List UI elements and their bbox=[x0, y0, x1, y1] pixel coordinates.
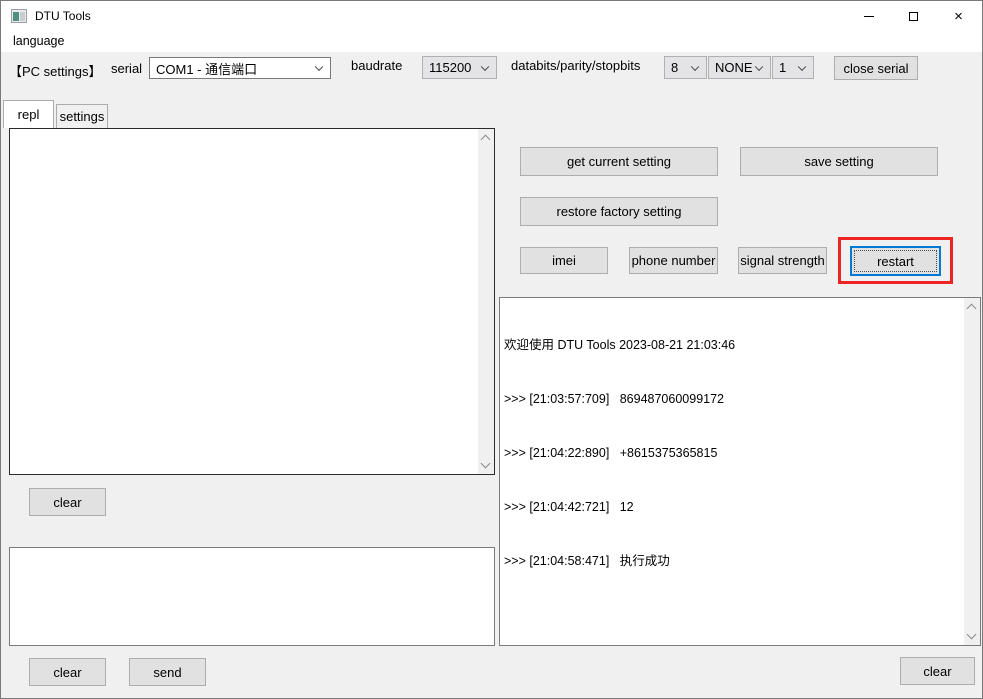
close-icon: × bbox=[954, 9, 963, 24]
tab-repl[interactable]: repl bbox=[3, 100, 54, 128]
log-line: >>> [21:04:22:890] +8615375365815 bbox=[504, 444, 964, 462]
app-window: DTU Tools × language 【PC settings】 seria… bbox=[0, 0, 983, 699]
imei-button[interactable]: imei bbox=[520, 247, 608, 274]
log-line: >>> [21:04:42:721] 12 bbox=[504, 498, 964, 516]
chevron-down-icon bbox=[691, 62, 699, 70]
log-scrollbar[interactable] bbox=[964, 298, 980, 645]
chevron-down-icon bbox=[315, 63, 323, 71]
app-icon bbox=[11, 9, 27, 23]
tab-settings[interactable]: settings bbox=[56, 104, 108, 128]
save-setting-button[interactable]: save setting bbox=[740, 147, 938, 176]
send-button[interactable]: send bbox=[129, 658, 206, 686]
menu-bar: language bbox=[1, 31, 982, 52]
baudrate-label: baudrate bbox=[351, 58, 402, 73]
scroll-down-icon[interactable] bbox=[481, 459, 491, 469]
stopbits-select[interactable]: 1 bbox=[772, 56, 814, 79]
maximize-icon bbox=[909, 12, 918, 21]
window-title: DTU Tools bbox=[35, 1, 91, 31]
clear-log-button[interactable]: clear bbox=[900, 657, 975, 685]
app-icon-pane bbox=[13, 12, 19, 21]
scroll-down-icon[interactable] bbox=[967, 630, 977, 640]
baudrate-select[interactable]: 115200 bbox=[422, 56, 497, 79]
scroll-up-icon[interactable] bbox=[967, 304, 977, 314]
databits-parity-stopbits-label: databits/parity/stopbits bbox=[511, 58, 640, 73]
log-line: 欢迎使用 DTU Tools 2023-08-21 21:03:46 bbox=[504, 336, 964, 354]
restore-factory-setting-button[interactable]: restore factory setting bbox=[520, 197, 718, 226]
log-line: >>> [21:03:57:709] 869487060099172 bbox=[504, 390, 964, 408]
close-button[interactable]: × bbox=[936, 1, 981, 31]
pc-settings-label: 【PC settings】 bbox=[9, 61, 101, 80]
databits-value: 8 bbox=[671, 60, 678, 75]
repl-output-scrollbar[interactable] bbox=[478, 129, 494, 474]
stopbits-value: 1 bbox=[779, 60, 786, 75]
serial-label: serial bbox=[111, 61, 142, 76]
clear-output-button[interactable]: clear bbox=[29, 488, 106, 516]
chevron-down-icon bbox=[755, 62, 763, 70]
maximize-button[interactable] bbox=[891, 1, 936, 31]
repl-input-area[interactable] bbox=[9, 547, 495, 646]
clear-input-button[interactable]: clear bbox=[29, 658, 106, 686]
phone-number-button[interactable]: phone number bbox=[629, 247, 718, 274]
scroll-up-icon[interactable] bbox=[481, 135, 491, 145]
parity-value: NONE bbox=[715, 60, 753, 75]
repl-output-area[interactable] bbox=[9, 128, 495, 475]
minimize-icon bbox=[864, 16, 874, 17]
signal-strength-button[interactable]: signal strength bbox=[738, 247, 827, 274]
chevron-down-icon bbox=[798, 62, 806, 70]
log-panel[interactable]: 欢迎使用 DTU Tools 2023-08-21 21:03:46 >>> [… bbox=[499, 297, 981, 646]
restart-button[interactable]: restart bbox=[850, 246, 941, 276]
log-lines: 欢迎使用 DTU Tools 2023-08-21 21:03:46 >>> [… bbox=[500, 298, 964, 645]
parity-select[interactable]: NONE bbox=[708, 56, 771, 79]
get-current-setting-button[interactable]: get current setting bbox=[520, 147, 718, 176]
app-icon-pane bbox=[20, 12, 25, 21]
close-serial-button[interactable]: close serial bbox=[834, 56, 918, 80]
baudrate-value: 115200 bbox=[429, 60, 471, 75]
databits-select[interactable]: 8 bbox=[664, 56, 707, 79]
serial-port-select[interactable]: COM1 - 通信端口 bbox=[149, 57, 331, 79]
minimize-button[interactable] bbox=[846, 1, 891, 31]
chevron-down-icon bbox=[481, 62, 489, 70]
title-bar: DTU Tools × bbox=[1, 1, 982, 31]
serial-port-value: COM1 - 通信端口 bbox=[156, 59, 257, 78]
menu-item-language[interactable]: language bbox=[9, 31, 68, 52]
log-line: >>> [21:04:58:471] 执行成功 bbox=[504, 552, 964, 570]
